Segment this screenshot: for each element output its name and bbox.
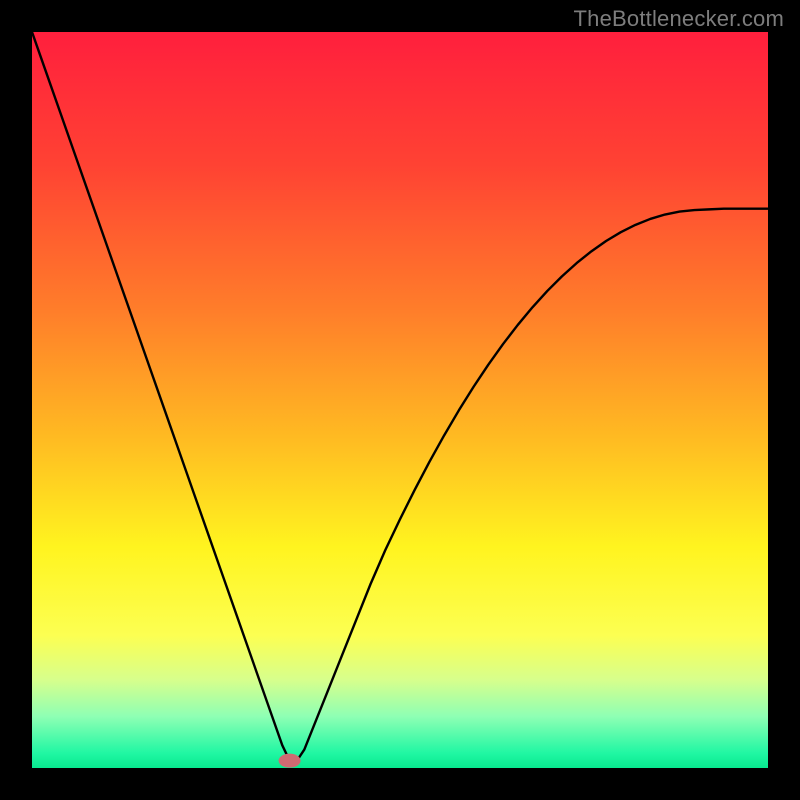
plot-area xyxy=(32,32,768,768)
watermark-text: TheBottlenecker.com xyxy=(574,6,784,32)
optimal-marker xyxy=(279,754,301,768)
chart-stage: TheBottlenecker.com xyxy=(0,0,800,800)
chart-background xyxy=(32,32,768,768)
chart-svg xyxy=(32,32,768,768)
